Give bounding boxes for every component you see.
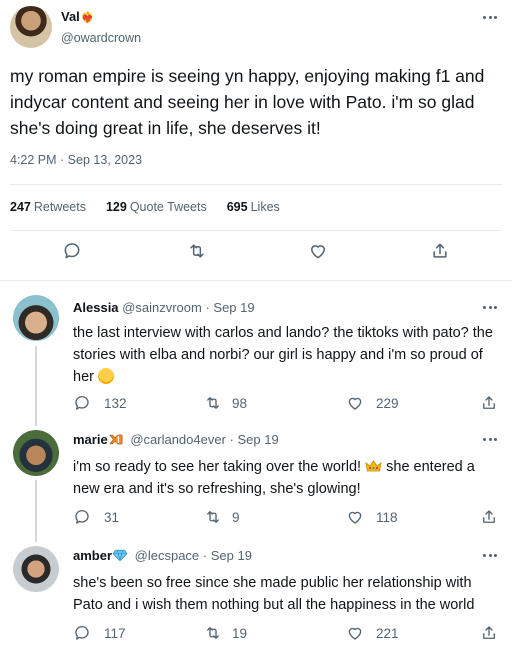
crown-emoji <box>365 460 382 472</box>
retweet-count: 9 <box>232 510 240 525</box>
handle[interactable]: @sainzvroom <box>122 300 202 315</box>
reply-icon[interactable] <box>73 508 91 526</box>
more-options-icon[interactable] <box>483 12 497 22</box>
retweet-icon[interactable] <box>204 394 222 412</box>
avatar[interactable] <box>13 546 59 592</box>
main-tweet: Val❤️‍🔥 @owardcrown my roman empire is s… <box>0 0 512 282</box>
like-icon[interactable] <box>346 624 364 642</box>
gem-emoji <box>113 549 128 562</box>
reply-tweet[interactable]: marie @carlando4ever · Sep 19 i'm so rea… <box>0 422 512 540</box>
retweet-icon[interactable] <box>204 508 222 526</box>
display-name[interactable]: amber <box>73 548 112 563</box>
like-icon[interactable] <box>308 241 328 261</box>
divider <box>10 184 502 185</box>
tweet-text: my roman empire is seeing yn happy, enjo… <box>10 66 485 138</box>
reply-count: 132 <box>104 396 127 411</box>
retweet-icon[interactable] <box>187 241 207 261</box>
reply-action-bar: 31 9 118 <box>0 508 512 530</box>
handle[interactable]: @carlando4ever <box>130 432 226 447</box>
reply-icon[interactable] <box>62 241 82 261</box>
share-icon[interactable] <box>480 394 498 412</box>
like-count: 118 <box>376 510 398 525</box>
reply-date[interactable]: · Sep 19 <box>230 432 279 447</box>
orange-fish-emoji <box>108 434 123 445</box>
display-name[interactable]: Val <box>61 9 80 24</box>
reply-text: i'm so ready to see her taking over the … <box>73 459 475 497</box>
more-options-icon[interactable] <box>483 434 497 444</box>
divider <box>10 230 502 231</box>
more-options-icon[interactable] <box>483 550 497 560</box>
more-options-icon[interactable] <box>483 302 497 312</box>
author-handle[interactable]: @owardcrown <box>61 31 141 45</box>
reply-text: the last interview with carlos and lando… <box>73 325 493 385</box>
retweet-icon[interactable] <box>204 624 222 642</box>
reply-header: amber @lecspace · Sep 19 <box>73 548 252 563</box>
reply-header: marie @carlando4ever · Sep 19 <box>73 432 279 447</box>
quote-tweets-stat[interactable]: 129 Quote Tweets <box>106 200 207 214</box>
reply-icon[interactable] <box>73 394 91 412</box>
reply-date[interactable]: · Sep 19 <box>203 548 252 563</box>
reply-tweet[interactable]: Alessia @sainzvroom · Sep 19 the last in… <box>0 282 512 422</box>
tweet-action-bar <box>0 241 512 265</box>
reply-action-bar: 117 19 221 <box>0 624 512 646</box>
like-count: 229 <box>376 396 399 411</box>
display-name[interactable]: marie <box>73 432 108 447</box>
share-icon[interactable] <box>430 241 450 261</box>
heart-on-fire-emoji: ❤️‍🔥 <box>80 12 95 24</box>
reply-action-bar: 132 98 229 <box>0 394 512 416</box>
avatar[interactable] <box>13 295 59 341</box>
retweet-count: 98 <box>232 396 248 411</box>
divider <box>0 280 512 281</box>
avatar[interactable] <box>13 430 59 476</box>
tweet-timestamp[interactable]: 4:22 PM · Sep 13, 2023 <box>10 153 142 167</box>
reply-icon[interactable] <box>73 624 91 642</box>
display-name[interactable]: Alessia <box>73 300 119 315</box>
like-count: 221 <box>376 626 399 641</box>
reply-count: 31 <box>104 510 120 525</box>
likes-stat[interactable]: 695 Likes <box>227 200 280 214</box>
handle[interactable]: @lecspace <box>135 548 200 563</box>
crying-face-emoji <box>98 368 114 384</box>
like-icon[interactable] <box>346 508 364 526</box>
like-icon[interactable] <box>346 394 364 412</box>
share-icon[interactable] <box>480 624 498 642</box>
share-icon[interactable] <box>480 508 498 526</box>
tweet-stats: 247 Retweets 129 Quote Tweets 695 Likes <box>10 200 280 214</box>
reply-count: 117 <box>104 626 126 641</box>
author-name[interactable]: Val❤️‍🔥 <box>61 9 95 24</box>
reply-tweet[interactable]: amber @lecspace · Sep 19 she's been so f… <box>0 538 512 650</box>
reply-text: she's been so free since she made public… <box>73 575 475 613</box>
retweets-stat[interactable]: 247 Retweets <box>10 200 86 214</box>
reply-date[interactable]: · Sep 19 <box>205 300 254 315</box>
retweet-count: 19 <box>232 626 248 641</box>
avatar[interactable] <box>10 6 52 48</box>
reply-header: Alessia @sainzvroom · Sep 19 <box>73 300 255 315</box>
